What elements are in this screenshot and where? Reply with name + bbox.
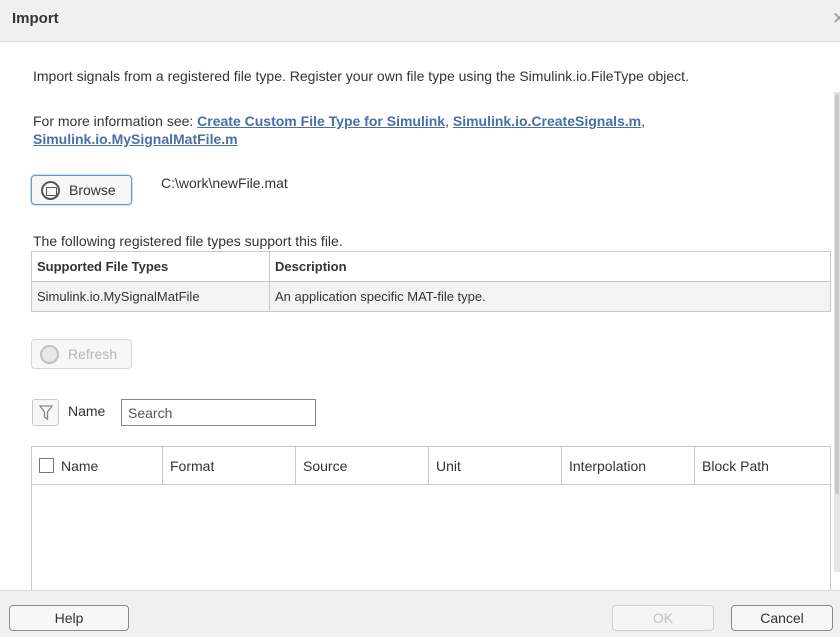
cell-file-type[interactable]: Simulink.io.MySignalMatFile bbox=[31, 281, 270, 312]
title-bar: Import ✕ bbox=[0, 0, 840, 42]
help-button[interactable]: Help bbox=[9, 605, 129, 631]
more-info: For more information see: Create Custom … bbox=[33, 112, 823, 148]
refresh-button[interactable]: Refresh bbox=[31, 339, 132, 369]
column-header-interpolation[interactable]: Interpolation bbox=[562, 447, 695, 485]
registered-types-label: The following registered file types supp… bbox=[33, 233, 343, 249]
column-header-supported-file-types[interactable]: Supported File Types bbox=[31, 251, 270, 282]
dialog-content: Import signals from a registered file ty… bbox=[0, 42, 840, 590]
cell-description[interactable]: An application specific MAT-file type. bbox=[269, 281, 831, 312]
browse-label: Browse bbox=[69, 182, 116, 198]
signals-table: Name Format Source Unit Interpolation Bl… bbox=[31, 446, 831, 590]
table-row[interactable]: Simulink.io.MySignalMatFile An applicati… bbox=[31, 281, 831, 312]
filter-icon[interactable] bbox=[32, 399, 59, 426]
refresh-icon bbox=[40, 345, 59, 364]
link-my-signal-mat-file[interactable]: Simulink.io.MySignalMatFile.m bbox=[33, 131, 238, 147]
link-separator: , bbox=[445, 113, 453, 129]
column-header-name-label: Name bbox=[61, 458, 99, 474]
ok-button[interactable]: OK bbox=[612, 605, 714, 631]
browse-button[interactable]: Browse bbox=[31, 175, 132, 205]
column-header-unit[interactable]: Unit bbox=[429, 447, 562, 485]
search-input[interactable] bbox=[121, 399, 316, 426]
column-header-format[interactable]: Format bbox=[163, 447, 296, 485]
link-create-signals[interactable]: Simulink.io.CreateSignals.m bbox=[453, 113, 641, 129]
select-all-checkbox[interactable] bbox=[39, 458, 54, 474]
link-create-custom-file-type[interactable]: Create Custom File Type for Simulink bbox=[197, 113, 445, 129]
filter-name-label: Name bbox=[68, 403, 106, 419]
column-header-description[interactable]: Description bbox=[269, 251, 831, 282]
dialog-footer: Help OK Cancel bbox=[0, 590, 840, 637]
selected-file-path: C:\work\newFile.mat bbox=[161, 175, 288, 191]
scrollbar-thumb[interactable] bbox=[835, 94, 839, 494]
table-header-row: Supported File Types Description bbox=[31, 251, 831, 282]
intro-text: Import signals from a registered file ty… bbox=[33, 68, 689, 84]
close-icon[interactable]: ✕ bbox=[832, 9, 840, 29]
signals-table-header: Name Format Source Unit Interpolation Bl… bbox=[32, 447, 830, 485]
column-header-source[interactable]: Source bbox=[296, 447, 429, 485]
more-info-prefix: For more information see: bbox=[33, 113, 198, 129]
file-types-table: Supported File Types Description Simulin… bbox=[31, 251, 831, 312]
cancel-button[interactable]: Cancel bbox=[731, 605, 833, 631]
link-separator: , bbox=[641, 113, 646, 129]
vertical-scrollbar[interactable] bbox=[834, 92, 840, 572]
window-title: Import bbox=[12, 10, 59, 27]
column-header-name[interactable]: Name bbox=[32, 447, 163, 485]
refresh-label: Refresh bbox=[68, 346, 118, 362]
folder-icon bbox=[41, 181, 60, 200]
column-header-block-path[interactable]: Block Path bbox=[695, 447, 830, 485]
